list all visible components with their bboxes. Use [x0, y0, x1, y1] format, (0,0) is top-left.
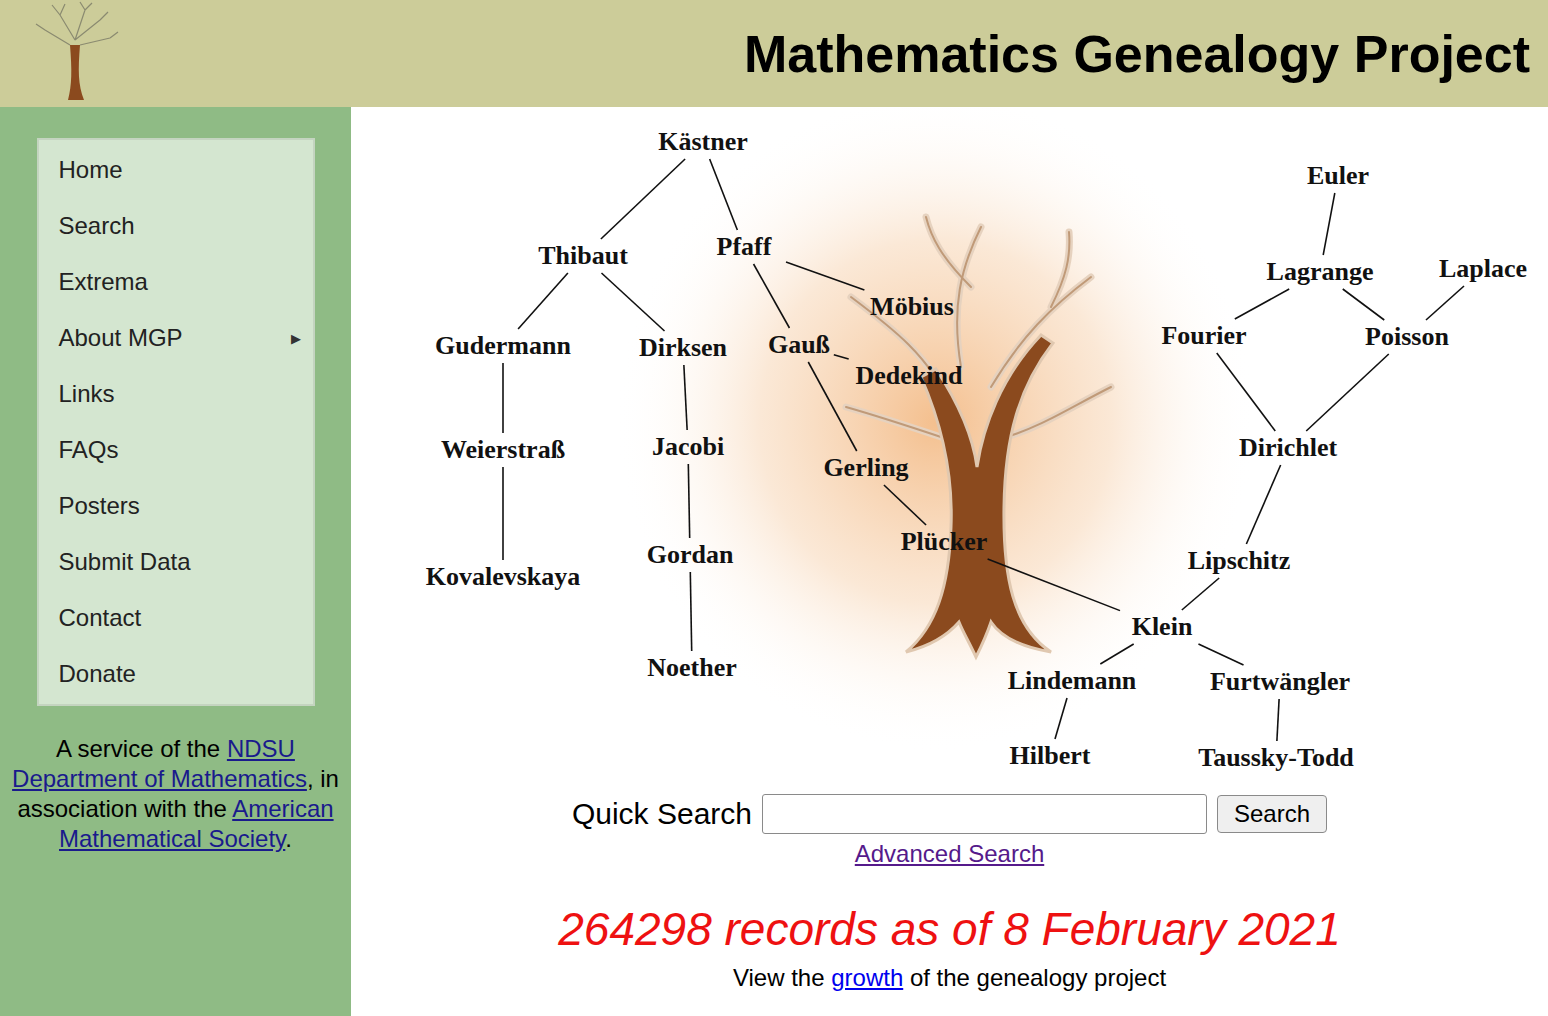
mathematician-node: Möbius: [870, 292, 954, 322]
search-input[interactable]: [762, 794, 1207, 834]
lineage-edge: [601, 273, 664, 331]
genealogy-diagram: Kästner Thibaut Pfaff Möbius Gudermann Dirkse…: [351, 107, 1548, 792]
records-count: 264298 records as of 8 February 2021: [558, 902, 1341, 956]
sidebar-item[interactable]: Donate: [39, 646, 313, 702]
mathematician-node: Lagrange: [1267, 257, 1374, 287]
mathematician-node: Thibaut: [538, 241, 628, 271]
lineage-edge: [1246, 465, 1280, 544]
sidebar-item[interactable]: Submit Data: [39, 534, 313, 590]
sidebar-item[interactable]: About MGP ▶: [39, 310, 313, 366]
mathematician-node: Dirksen: [639, 333, 727, 363]
mathematician-node: Dedekind: [856, 361, 963, 391]
sidebar-menu: Home Search Extrema About MGP ▶Links FAQ…: [37, 138, 315, 706]
lineage-edge: [1055, 698, 1067, 739]
site-title: Mathematics Genealogy Project: [744, 24, 1530, 84]
lineage-edge: [1217, 353, 1276, 431]
mathematician-node: Furtwängler: [1210, 667, 1350, 697]
mathematician-node: Laplace: [1439, 254, 1527, 284]
search-button[interactable]: Search: [1217, 795, 1327, 833]
mathematician-node: Kästner: [658, 127, 748, 157]
sidebar: Home Search Extrema About MGP ▶Links FAQ…: [0, 107, 351, 1016]
mathematician-node: Poisson: [1365, 322, 1449, 352]
sidebar-item[interactable]: Extrema: [39, 254, 313, 310]
quick-search: Quick Search Search: [572, 792, 1327, 836]
lineage-edge: [1100, 644, 1133, 664]
mathematician-node: Lindemann: [1008, 666, 1137, 696]
mathematician-node: Hilbert: [1010, 741, 1091, 771]
search-label: Quick Search: [572, 797, 752, 831]
mathematician-node: Fourier: [1161, 321, 1246, 351]
lineage-edge: [988, 559, 1120, 611]
sidebar-item[interactable]: Contact: [39, 590, 313, 646]
lineage-edge: [502, 363, 504, 433]
advanced-search-link[interactable]: Advanced Search: [855, 840, 1044, 868]
lineage-edge: [1306, 354, 1389, 431]
mathematician-node: Kovalevskaya: [426, 562, 581, 592]
mathematician-node: Gordan: [647, 540, 734, 570]
growth-note: View the growth of the genealogy project: [733, 964, 1166, 992]
sidebar-item[interactable]: FAQs: [39, 422, 313, 478]
lineage-edge: [1277, 699, 1279, 741]
lineage-edge: [710, 159, 738, 230]
lineage-edge: [684, 365, 687, 430]
lineage-edge: [786, 262, 864, 290]
lineage-edge: [1426, 286, 1464, 320]
page: Mathematics Genealogy Project Home Searc…: [0, 0, 1548, 1016]
mathematician-node: Weierstraß: [441, 435, 565, 465]
lineage-edge: [1182, 578, 1219, 610]
mathematician-node: Euler: [1307, 161, 1369, 191]
mathematician-node: Gudermann: [435, 331, 571, 361]
submenu-arrow-icon: ▶: [291, 331, 301, 346]
header: Mathematics Genealogy Project: [0, 0, 1548, 107]
growth-link[interactable]: growth: [831, 964, 903, 991]
lineage-edge: [601, 159, 685, 239]
lineage-edge: [518, 273, 568, 329]
tree-logo-icon[interactable]: [30, 0, 120, 105]
lineage-edge: [690, 572, 691, 651]
lineage-edge: [1323, 193, 1335, 255]
lineage-edge: [502, 467, 504, 560]
mathematician-node: Plücker: [901, 527, 988, 557]
mathematician-node: Gerling: [823, 453, 908, 483]
lineage-edge: [1235, 289, 1289, 319]
lineage-edge: [688, 464, 689, 538]
sidebar-item[interactable]: Posters: [39, 478, 313, 534]
body: Home Search Extrema About MGP ▶Links FAQ…: [0, 107, 1548, 1016]
main-content: Kästner Thibaut Pfaff Möbius Gudermann Dirkse…: [351, 107, 1548, 1016]
sidebar-item[interactable]: Search: [39, 198, 313, 254]
lineage-edge: [754, 264, 790, 328]
mathematician-node: Taussky-Todd: [1198, 743, 1354, 773]
mathematician-node: Jacobi: [652, 432, 724, 462]
mathematician-node: Gauß: [768, 330, 830, 360]
lineage-edge: [1198, 644, 1243, 665]
sidebar-item[interactable]: Links: [39, 366, 313, 422]
service-note: A service of the NDSU Department of Math…: [0, 734, 351, 854]
mathematician-node: Lipschitz: [1188, 546, 1291, 576]
lineage-edge: [1343, 289, 1384, 320]
mathematician-node: Dirichlet: [1239, 433, 1337, 463]
mathematician-node: Pfaff: [717, 232, 772, 262]
lineage-edge: [834, 355, 849, 359]
mathematician-node: Noether: [647, 653, 737, 683]
mathematician-node: Klein: [1132, 612, 1193, 642]
sidebar-item[interactable]: Home: [39, 142, 313, 198]
lineage-edge: [884, 485, 926, 525]
lineage-edge: [808, 362, 856, 451]
